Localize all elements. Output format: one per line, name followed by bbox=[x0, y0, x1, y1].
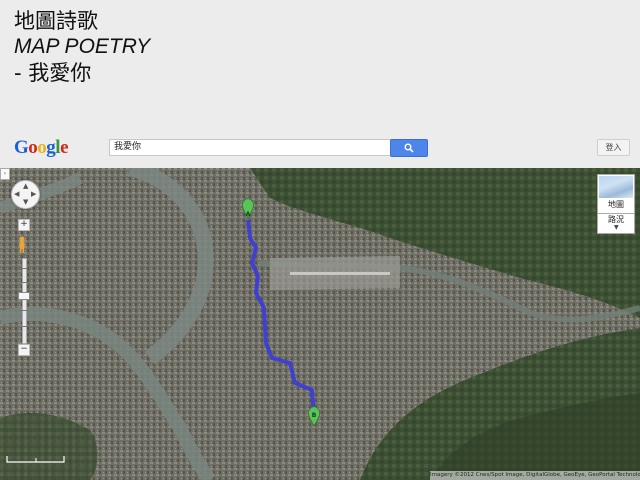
traffic-control[interactable]: 路況 ▼ bbox=[597, 213, 635, 234]
satellite-map[interactable]: A B bbox=[0, 168, 640, 480]
title-block: 地圖詩歌 MAP POETRY - 我愛你 bbox=[14, 8, 150, 86]
satellite-imagery bbox=[0, 168, 640, 480]
chevron-down-icon: ▼ bbox=[614, 224, 619, 231]
zoom-slider-track[interactable] bbox=[22, 258, 27, 344]
map-type-control[interactable]: 地圖 bbox=[597, 174, 635, 214]
scale-bar bbox=[6, 456, 65, 463]
pan-control-icon[interactable]: ▲ ▼ ◀ ▶ bbox=[11, 180, 40, 209]
map-thumbnail bbox=[599, 176, 633, 198]
search-input[interactable]: 我愛你 bbox=[109, 139, 391, 156]
search-button[interactable] bbox=[390, 139, 428, 157]
pegman-icon[interactable] bbox=[18, 236, 26, 254]
marker-a-label: A bbox=[245, 211, 251, 218]
zoom-tick bbox=[19, 268, 28, 269]
zoom-slider-knob[interactable] bbox=[18, 292, 30, 300]
marker-b-label: B bbox=[311, 412, 317, 419]
zoom-tick bbox=[19, 326, 28, 327]
zoom-out-button[interactable]: − bbox=[18, 344, 30, 356]
search-icon bbox=[404, 143, 414, 153]
title-chinese: 地圖詩歌 bbox=[14, 9, 98, 33]
title-english: MAP POETRY bbox=[14, 35, 151, 58]
collapse-panel-arrow[interactable]: › bbox=[0, 168, 10, 180]
google-logo[interactable]: Google bbox=[14, 137, 68, 159]
zoom-tick bbox=[19, 310, 28, 311]
map-type-label: 地圖 bbox=[608, 200, 624, 209]
google-search-bar: Google 我愛你 登入 bbox=[0, 134, 640, 160]
zoom-in-button[interactable]: + bbox=[18, 219, 30, 231]
zoom-tick bbox=[19, 282, 28, 283]
title-subtitle: - 我愛你 bbox=[14, 61, 92, 85]
imagery-attribution: Imagery ©2012 Cnes/Spot Image, DigitalGl… bbox=[430, 471, 640, 480]
sign-in-button[interactable]: 登入 bbox=[597, 139, 630, 156]
